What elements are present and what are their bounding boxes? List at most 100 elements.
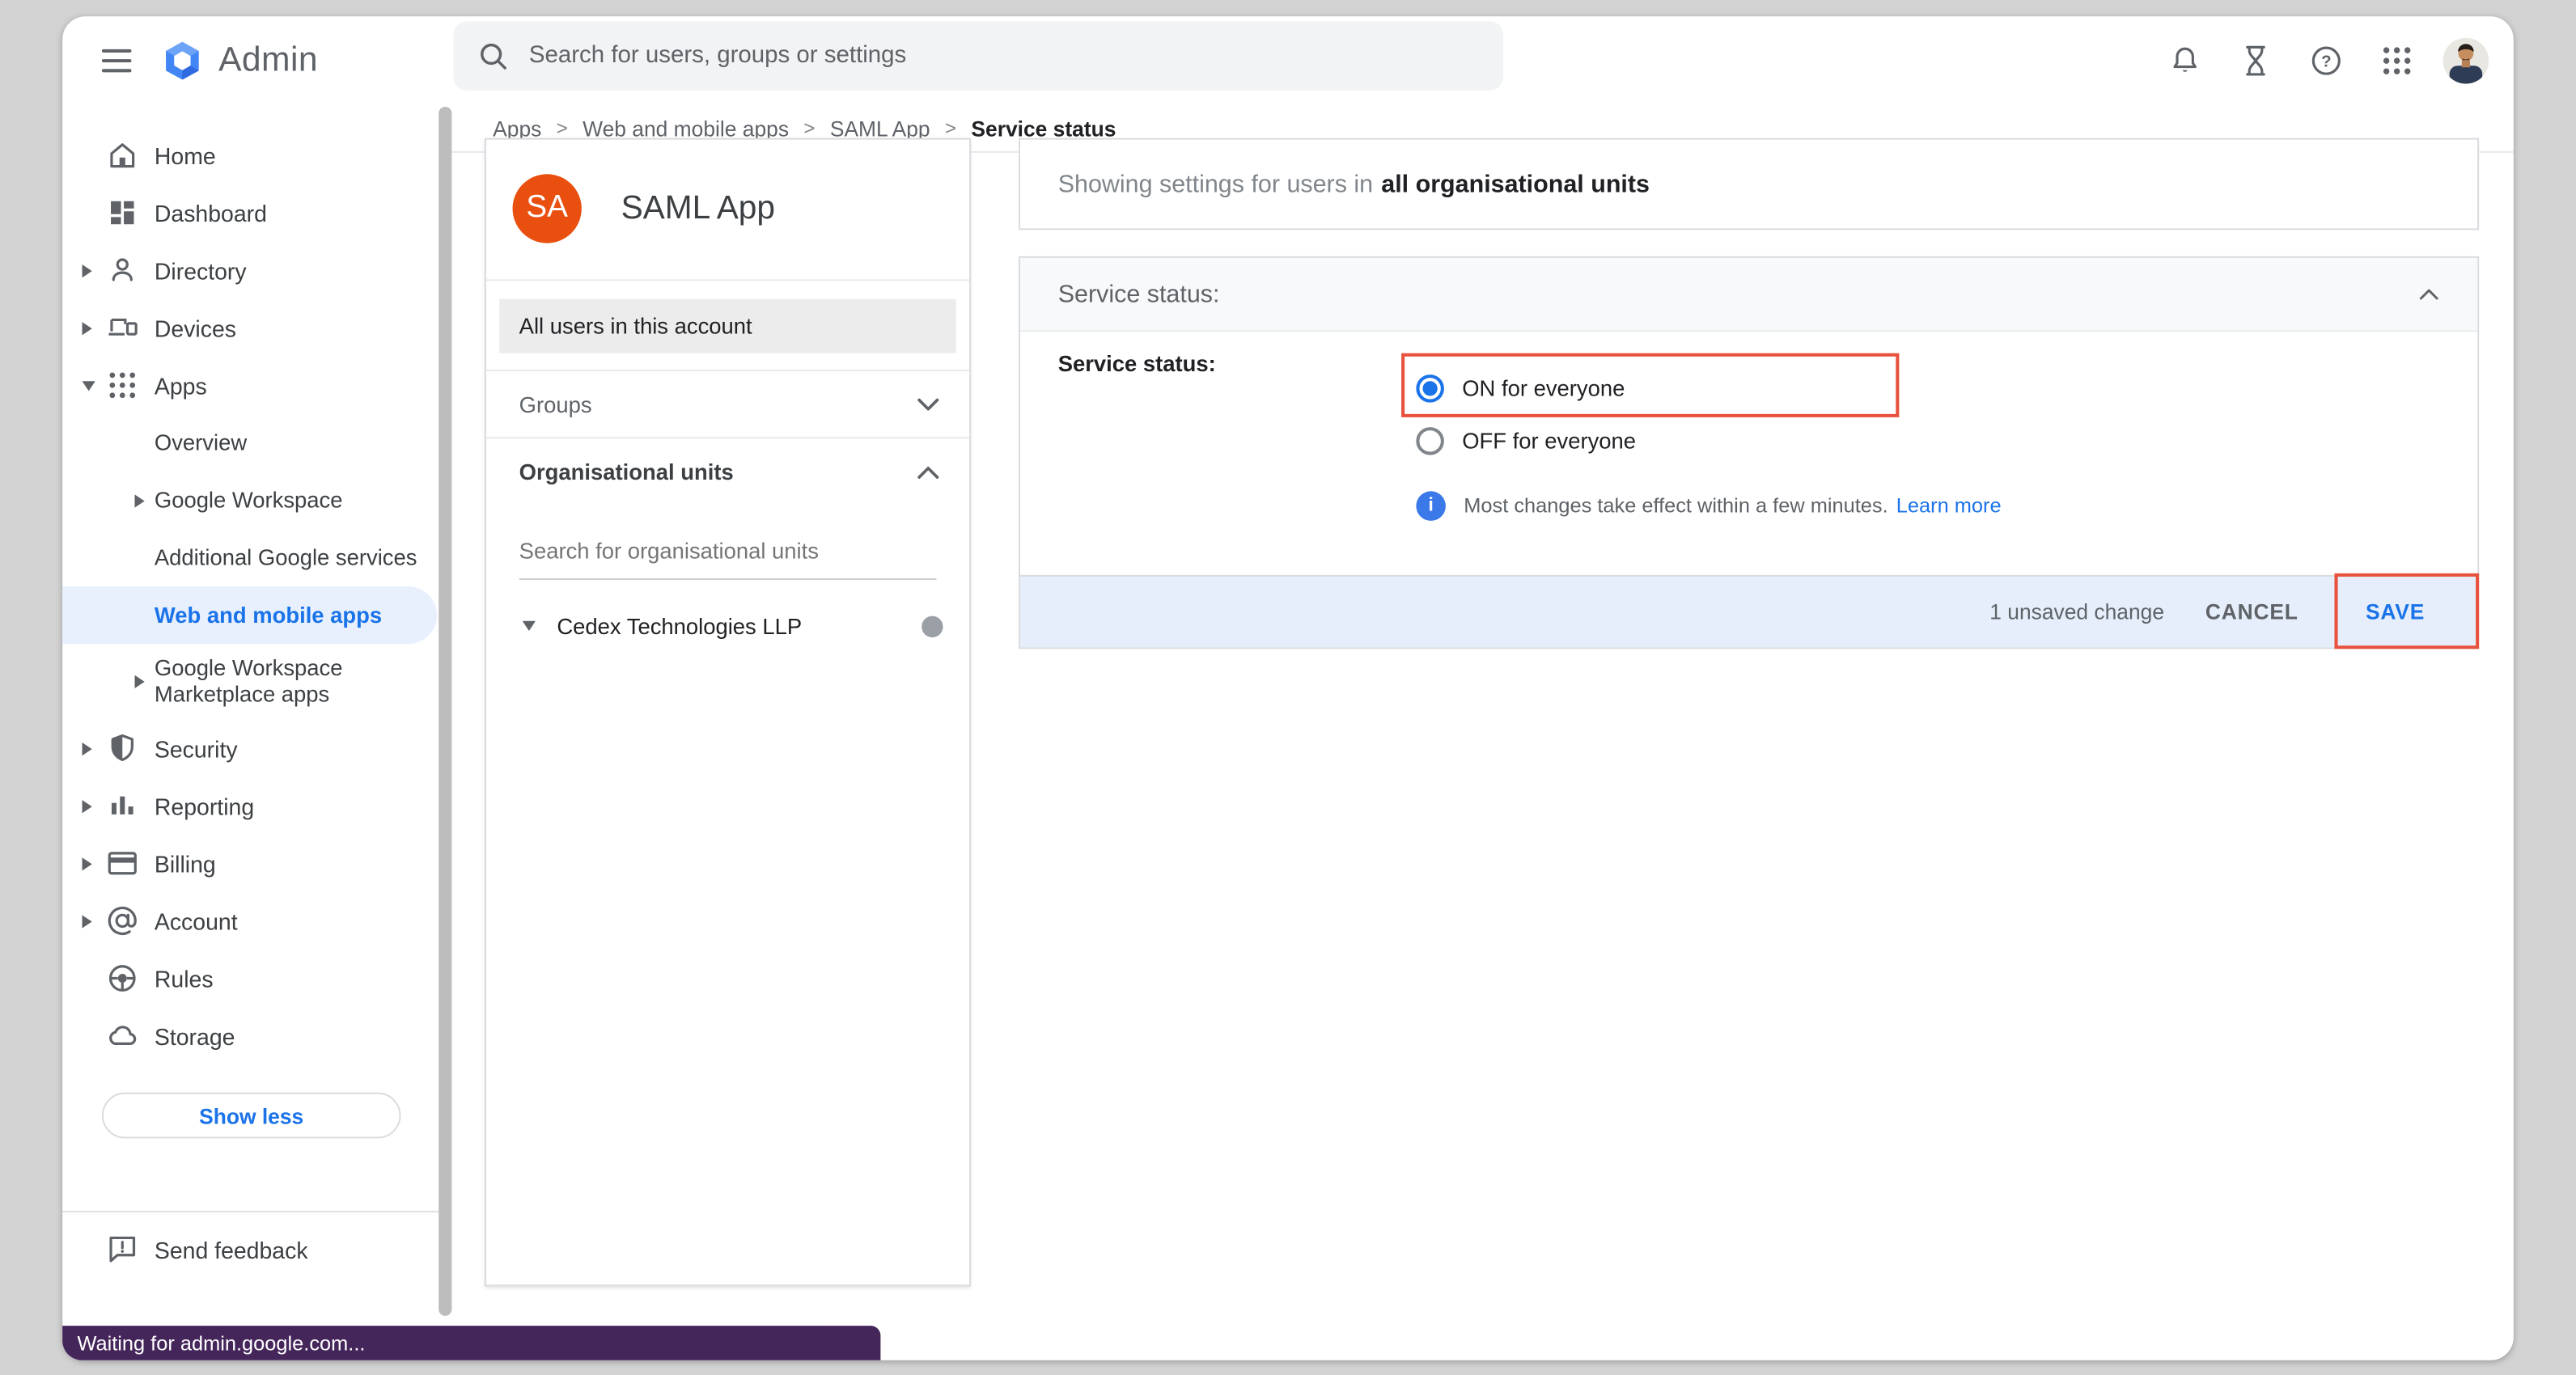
sidebar-label: Additional Google services (155, 545, 417, 569)
breadcrumb-apps[interactable]: Apps (493, 116, 541, 140)
sidebar-item-directory[interactable]: Directory (62, 242, 451, 299)
breadcrumb-separator: > (945, 116, 956, 139)
org-units-section-toggle[interactable]: Organisational units (486, 437, 969, 506)
sidebar: Home Dashboard Directory (62, 105, 451, 1360)
all-users-scope-item[interactable]: All users in this account (499, 299, 956, 353)
sidebar-item-overview[interactable]: Overview (62, 414, 451, 472)
groups-section-toggle[interactable]: Groups (486, 371, 969, 437)
radio-off-label: OFF for everyone (1462, 428, 1636, 452)
unsaved-changes-text: 1 unsaved change (1989, 599, 2164, 624)
expand-arrow-icon[interactable] (83, 857, 92, 869)
service-status-header[interactable]: Service status: (1020, 258, 2477, 332)
org-units-label: Organisational units (519, 460, 734, 484)
expand-arrow-icon[interactable] (83, 264, 92, 277)
org-units-search-input[interactable] (519, 532, 937, 580)
chevron-down-icon (917, 397, 939, 412)
sidebar-item-rules[interactable]: Rules (62, 950, 451, 1007)
sidebar-label: Billing (155, 850, 216, 876)
google-apps-grid-icon[interactable] (2377, 41, 2417, 81)
chevron-up-icon (917, 465, 939, 480)
sidebar-item-web-and-mobile-apps[interactable]: Web and mobile apps (62, 586, 437, 644)
global-search[interactable] (453, 21, 1503, 90)
show-less-button[interactable]: Show less (102, 1093, 401, 1139)
search-input[interactable] (529, 43, 1383, 69)
breadcrumb-current: Service status (971, 116, 1116, 140)
sidebar-item-apps[interactable]: Apps (62, 357, 451, 414)
radio-on-for-everyone[interactable]: ON for everyone (1416, 368, 1625, 408)
notifications-bell-icon[interactable] (2165, 41, 2205, 81)
sidebar-label: Storage (155, 1022, 235, 1048)
sidebar-label: Security (155, 735, 238, 761)
sidebar-item-google-workspace[interactable]: Google Workspace (62, 472, 451, 529)
sidebar-item-dashboard[interactable]: Dashboard (62, 184, 451, 241)
sidebar-item-home[interactable]: Home (62, 126, 451, 184)
scope-banner: Showing settings for users in all organi… (1019, 138, 2479, 231)
app-avatar: SA (513, 174, 582, 243)
directory-person-icon (105, 253, 140, 288)
tasks-hourglass-icon[interactable] (2236, 41, 2276, 81)
sidebar-label: Account (155, 908, 238, 933)
learn-more-link[interactable]: Learn more (1896, 494, 2002, 517)
sidebar-scrollbar[interactable] (439, 107, 451, 1316)
info-note: i Most changes take effect within a few … (1416, 491, 2001, 521)
help-icon[interactable]: ? (2307, 41, 2346, 81)
sidebar-item-reporting[interactable]: Reporting (62, 777, 451, 835)
collapse-arrow-icon[interactable] (83, 380, 95, 390)
expand-arrow-icon[interactable] (135, 493, 145, 506)
chevron-up-icon[interactable] (2418, 287, 2439, 300)
content-area: Home Dashboard Directory (62, 105, 2514, 1360)
rules-wheel-icon (105, 961, 140, 996)
breadcrumb-separator: > (803, 116, 815, 139)
storage-cloud-icon (105, 1018, 140, 1053)
sidebar-label: Send feedback (155, 1237, 308, 1263)
org-unit-tree-item[interactable]: Cedex Technologies LLP (486, 603, 969, 649)
sidebar-item-workspace-marketplace-apps[interactable]: Google Workspace Marketplace apps (62, 644, 451, 719)
send-feedback-button[interactable]: Send feedback (62, 1212, 439, 1288)
sidebar-label: Devices (155, 315, 236, 341)
admin-logo (161, 40, 204, 82)
settings-column: Showing settings for users in all organi… (1019, 138, 2479, 649)
expand-arrow-icon[interactable] (83, 321, 92, 334)
menu-icon[interactable] (102, 49, 132, 72)
radio-selected-icon (1416, 374, 1444, 402)
sidebar-item-billing[interactable]: Billing (62, 835, 451, 892)
sidebar-label: Apps (155, 372, 207, 398)
radio-unselected-icon (1416, 426, 1444, 455)
sidebar-label: Overview (155, 430, 247, 455)
brand: Admin (161, 40, 318, 82)
cancel-button[interactable]: CANCEL (2205, 599, 2298, 624)
sidebar-label: Google Workspace Marketplace apps (155, 655, 417, 708)
main-area: Apps > Web and mobile apps > SAML App > … (451, 105, 2513, 1360)
security-shield-icon (105, 731, 140, 766)
expand-arrow-icon[interactable] (83, 914, 92, 927)
apps-grid-icon (105, 368, 140, 403)
sidebar-footer: Send feedback © 2023 Google Inc. (62, 1211, 439, 1288)
sidebar-item-account[interactable]: Account (62, 892, 451, 950)
radio-off-for-everyone[interactable]: OFF for everyone (1416, 421, 1636, 460)
service-status-body: Service status: ON for everyone OFF for … (1020, 332, 2477, 575)
breadcrumb-web-and-mobile-apps[interactable]: Web and mobile apps (583, 116, 789, 140)
devices-icon (105, 311, 140, 345)
tree-collapse-arrow-icon[interactable] (523, 621, 536, 631)
sidebar-item-security[interactable]: Security (62, 720, 451, 777)
service-status-card: Service status: Service status: ON for e… (1019, 256, 2479, 649)
service-status-field-label: Service status: (1058, 352, 1216, 376)
expand-arrow-icon[interactable] (83, 799, 92, 812)
expand-arrow-icon[interactable] (135, 675, 145, 688)
browser-status-text: Waiting for admin.google.com... (77, 1331, 365, 1354)
feedback-icon (105, 1232, 140, 1267)
sidebar-label: Web and mobile apps (155, 603, 382, 627)
sidebar-item-storage[interactable]: Storage (62, 1007, 451, 1064)
sidebar-label: Google Workspace (155, 488, 343, 512)
save-button[interactable]: SAVE (2366, 599, 2425, 624)
app-title: SAML App (621, 191, 775, 229)
breadcrumb-saml-app[interactable]: SAML App (830, 116, 930, 140)
sidebar-item-devices[interactable]: Devices (62, 299, 451, 357)
org-unit-status-dot (922, 616, 943, 637)
expand-arrow-icon[interactable] (83, 742, 92, 755)
billing-card-icon (105, 846, 140, 881)
sidebar-label: Dashboard (155, 200, 267, 226)
sidebar-item-additional-google-services[interactable]: Additional Google services (62, 529, 451, 586)
user-avatar[interactable] (2443, 38, 2489, 84)
org-units-search[interactable] (519, 532, 937, 580)
